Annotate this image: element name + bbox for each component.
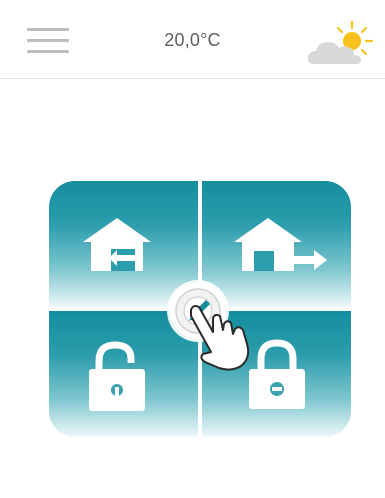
top-bar: 20,0°C bbox=[0, 0, 385, 79]
partly-sunny-icon bbox=[307, 20, 374, 64]
arrive-home-icon bbox=[83, 218, 151, 271]
unlocked-padlock-icon bbox=[89, 341, 145, 411]
tap-hand-icon bbox=[190, 305, 250, 371]
leave-home-icon bbox=[234, 218, 327, 271]
